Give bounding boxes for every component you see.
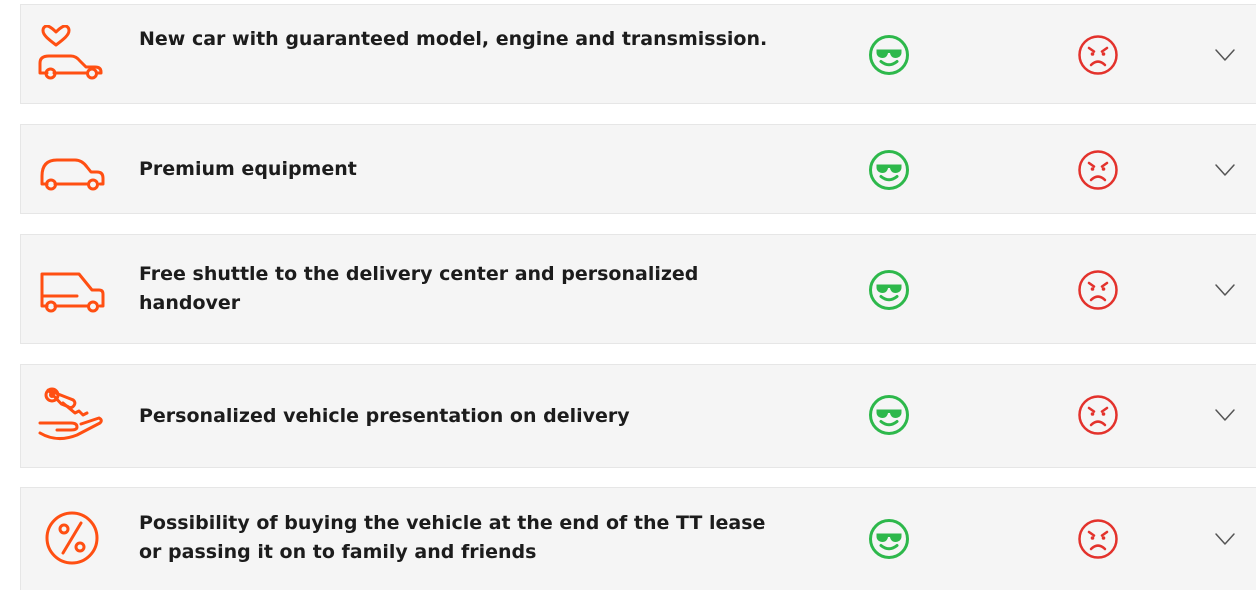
- chevron-down-icon[interactable]: [1213, 278, 1237, 302]
- car-heart-icon: [37, 25, 107, 85]
- van-icon: [37, 260, 107, 320]
- key-hand-icon: [37, 385, 107, 445]
- benefit-title: New car with guaranteed model, engine an…: [139, 28, 768, 50]
- cool-face-icon: [867, 148, 911, 192]
- chevron-down-icon[interactable]: [1213, 43, 1237, 67]
- benefit-row-guaranteed-model[interactable]: New car with guaranteed model, engine an…: [20, 4, 1256, 104]
- benefit-row-buy-or-pass-on[interactable]: Possibility of buying the vehicle at the…: [20, 487, 1256, 590]
- cool-face-icon: [867, 393, 911, 437]
- benefit-row-premium-equipment[interactable]: Premium equipment: [20, 124, 1256, 214]
- chevron-down-icon[interactable]: [1213, 403, 1237, 427]
- benefit-title: Premium equipment: [139, 158, 357, 180]
- chevron-down-icon[interactable]: [1213, 158, 1237, 182]
- angry-face-icon: [1076, 517, 1120, 561]
- percent-icon: [37, 508, 107, 568]
- angry-face-icon: [1076, 148, 1120, 192]
- benefit-title: Personalized vehicle presentation on del…: [139, 405, 630, 427]
- angry-face-icon: [1076, 268, 1120, 312]
- cool-face-icon: [867, 268, 911, 312]
- benefit-row-free-shuttle[interactable]: Free shuttle to the delivery center and …: [20, 234, 1256, 344]
- car-icon: [37, 140, 107, 200]
- cool-face-icon: [867, 33, 911, 77]
- benefit-row-vehicle-presentation[interactable]: Personalized vehicle presentation on del…: [20, 364, 1256, 468]
- angry-face-icon: [1076, 33, 1120, 77]
- benefit-title: Free shuttle to the delivery center and …: [139, 263, 699, 314]
- chevron-down-icon[interactable]: [1213, 527, 1237, 551]
- cool-face-icon: [867, 517, 911, 561]
- angry-face-icon: [1076, 393, 1120, 437]
- benefits-list: New car with guaranteed model, engine an…: [0, 0, 1256, 590]
- benefit-title: Possibility of buying the vehicle at the…: [139, 512, 766, 563]
